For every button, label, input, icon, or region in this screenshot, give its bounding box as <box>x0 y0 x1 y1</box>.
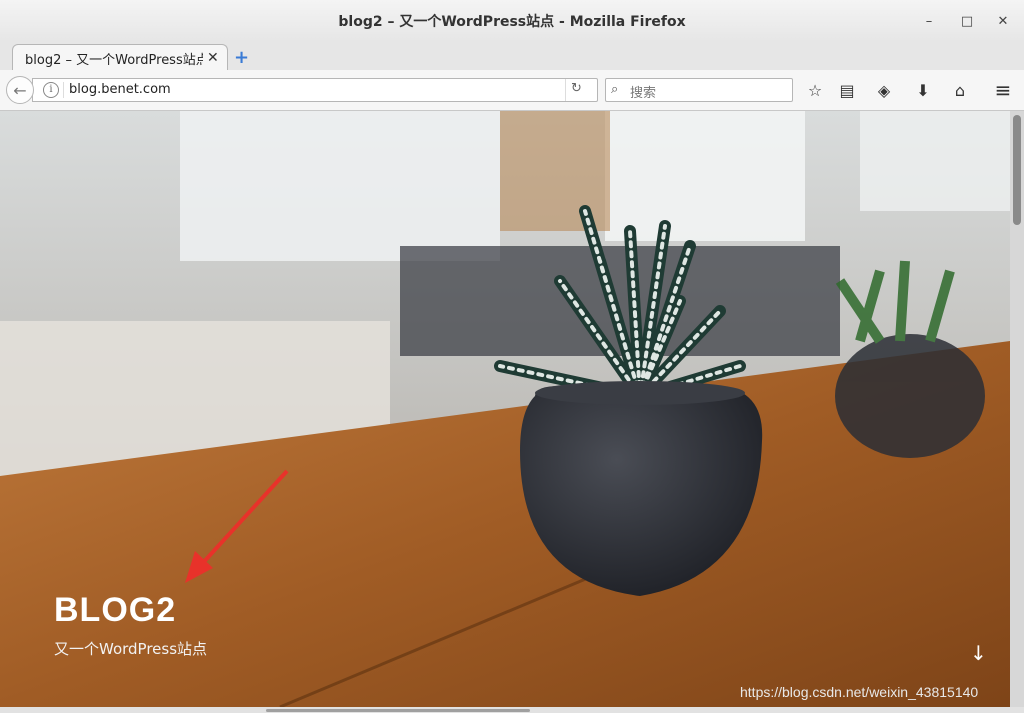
info-icon[interactable]: i <box>43 82 59 98</box>
back-button[interactable]: ← <box>6 76 34 104</box>
horizontal-scrollbar-thumb[interactable] <box>266 709 530 712</box>
url-bar[interactable]: i blog.benet.com ↻ <box>32 78 598 102</box>
search-input[interactable]: 搜索 <box>630 82 656 101</box>
window-title-bar: blog2 – 又一个WordPress站点 - Mozilla Firefox… <box>0 0 1024 42</box>
pocket-icon[interactable]: ◈ <box>873 80 895 100</box>
download-icon[interactable]: ⬇ <box>912 80 934 100</box>
horizontal-scrollbar[interactable] <box>0 707 1024 713</box>
vertical-scrollbar-thumb[interactable] <box>1013 115 1021 225</box>
tab-blog2[interactable]: blog2 – 又一个WordPress站点 ✕ <box>12 44 228 71</box>
tab-label: blog2 – 又一个WordPress站点 <box>25 52 203 68</box>
reload-divider <box>565 79 566 101</box>
site-tagline: 又一个WordPress站点 <box>54 640 208 658</box>
tab-close-icon[interactable]: ✕ <box>207 50 219 66</box>
page-hero: BLOG2 又一个WordPress站点 ↓ https://blog.csdn… <box>0 111 1010 707</box>
bookmark-star-icon[interactable]: ☆ <box>804 80 826 100</box>
close-window-button[interactable]: ✕ <box>994 12 1012 30</box>
watermark-text: https://blog.csdn.net/weixin_43815140 <box>740 684 979 700</box>
new-tab-button[interactable]: + <box>234 47 249 68</box>
maximize-button[interactable]: □ <box>958 12 976 30</box>
vertical-scrollbar[interactable] <box>1010 111 1024 707</box>
navigation-toolbar: i blog.benet.com ↻ ← ⌕ 搜索 ☆ ▤ ◈ ⬇ ⌂ ≡ <box>0 70 1024 111</box>
tab-strip: blog2 – 又一个WordPress站点 ✕ <box>0 42 1024 71</box>
url-text[interactable]: blog.benet.com <box>69 82 171 97</box>
home-icon[interactable]: ⌂ <box>949 80 971 100</box>
search-icon: ⌕ <box>611 82 619 97</box>
reading-list-icon[interactable]: ▤ <box>836 80 858 100</box>
back-arrow-icon: ← <box>13 80 27 100</box>
search-bar[interactable]: ⌕ 搜索 <box>605 78 793 102</box>
reload-icon[interactable]: ↻ <box>571 81 582 96</box>
scroll-down-arrow-icon[interactable]: ↓ <box>970 641 987 665</box>
minimize-button[interactable]: – <box>920 12 938 30</box>
site-title[interactable]: BLOG2 <box>54 591 176 630</box>
menu-icon[interactable]: ≡ <box>992 78 1014 102</box>
window-title: blog2 – 又一个WordPress站点 - Mozilla Firefox <box>338 14 686 30</box>
url-divider <box>63 82 64 98</box>
